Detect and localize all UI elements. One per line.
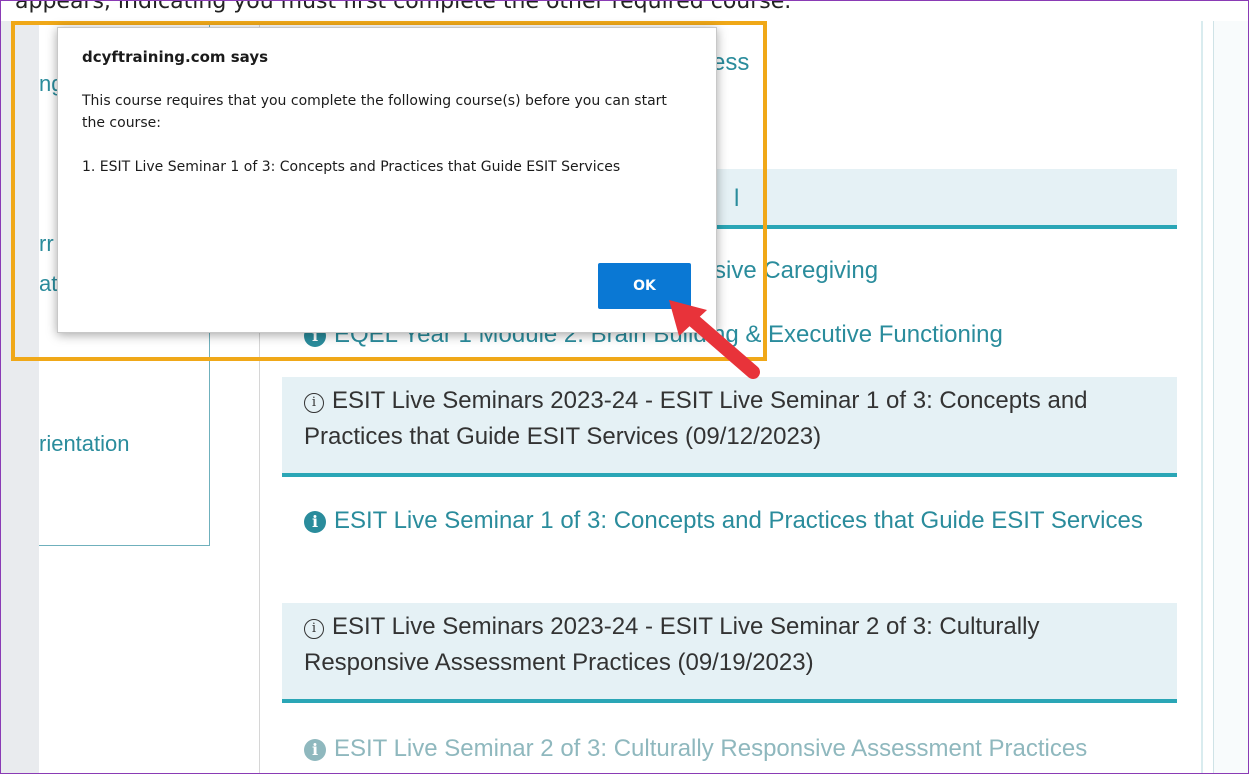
info-icon[interactable]: i bbox=[304, 739, 326, 761]
left-nav-orientation-link[interactable]: rientation bbox=[39, 431, 130, 457]
course-link-seminar1[interactable]: i ESIT Live Seminar 1 of 3: Concepts and … bbox=[282, 497, 1177, 545]
course-link-seminar2[interactable]: i ESIT Live Seminar 2 of 3: Culturally Re… bbox=[282, 725, 1177, 773]
course-group-title: ESIT Live Seminars 2023-24 - ESIT Live S… bbox=[304, 613, 1040, 676]
top-caption-text: appears, indicating you must first compl… bbox=[15, 1, 792, 14]
right-divider bbox=[1201, 21, 1203, 773]
course-link-label[interactable]: ESIT Live Seminar 2 of 3: Culturally Res… bbox=[334, 735, 1087, 762]
course-group-header-seminar2: i ESIT Live Seminars 2023-24 - ESIT Live … bbox=[282, 603, 1177, 703]
browser-frame: appears, indicating you must first compl… bbox=[0, 0, 1249, 774]
course-group-title: ESIT Live Seminars 2023-24 - ESIT Live S… bbox=[304, 387, 1088, 450]
dialog-title: dcyftraining.com says bbox=[82, 48, 269, 66]
right-scroll-area bbox=[1213, 21, 1248, 773]
dialog-message-course: 1. ESIT Live Seminar 1 of 3: Concepts an… bbox=[82, 159, 621, 175]
alert-dialog: dcyftraining.com says This course requir… bbox=[57, 27, 717, 333]
course-group-header-seminar1: i ESIT Live Seminars 2023-24 - ESIT Live … bbox=[282, 377, 1177, 477]
arrow-pointer-icon bbox=[669, 300, 760, 379]
dialog-message-line: This course requires that you complete t… bbox=[82, 93, 667, 131]
dialog-message: This course requires that you complete t… bbox=[82, 90, 682, 200]
info-outline-icon[interactable]: i bbox=[304, 619, 324, 639]
course-link-label[interactable]: ESIT Live Seminar 1 of 3: Concepts and P… bbox=[334, 507, 1143, 534]
info-icon[interactable]: i bbox=[304, 511, 326, 533]
info-outline-icon[interactable]: i bbox=[304, 393, 324, 413]
